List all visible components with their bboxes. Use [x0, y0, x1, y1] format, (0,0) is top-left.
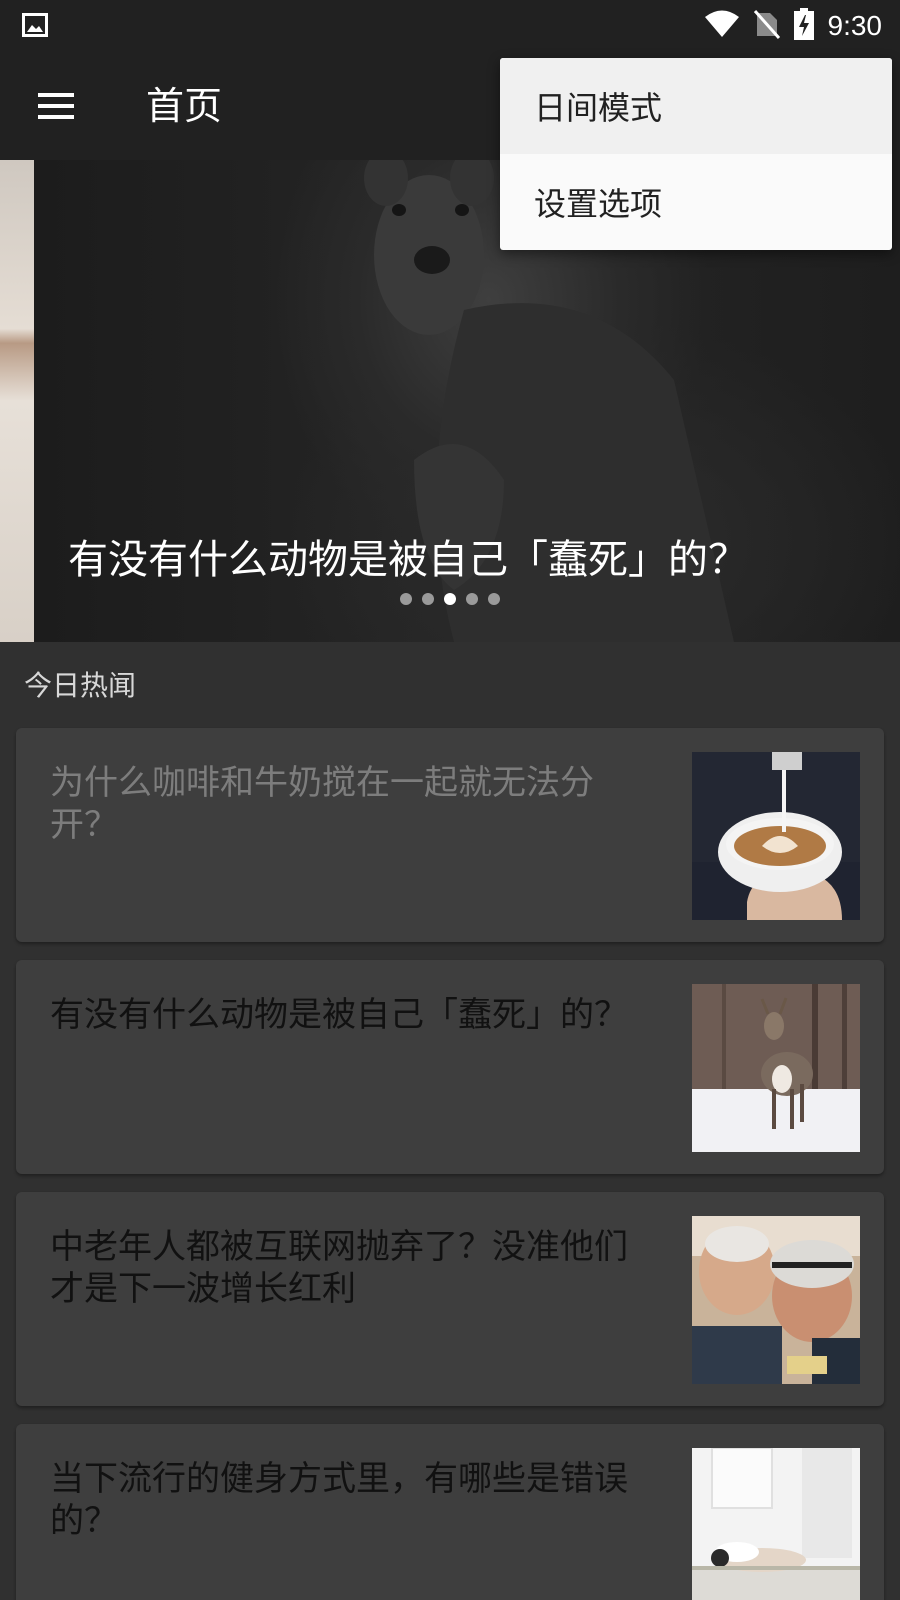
story-card[interactable]: 为什么咖啡和牛奶搅在一起就无法分开？ — [16, 728, 884, 942]
story-card[interactable]: 有没有什么动物是被自己「蠢死」的？ — [16, 960, 884, 1174]
page-dot — [488, 593, 500, 605]
latte-art-photo — [692, 752, 860, 920]
deer-in-snow-photo — [692, 984, 860, 1152]
elderly-couple-phone-photo — [692, 1216, 860, 1384]
page-title: 首页 — [146, 84, 223, 128]
story-title: 中老年人都被互联网抛弃了？没准他们才是下一波增长红利 — [50, 1227, 628, 1309]
story-title: 当下流行的健身方式里，有哪些是错误的？ — [50, 1459, 628, 1541]
page-dot — [400, 593, 412, 605]
no-sim-icon — [753, 9, 780, 43]
page-dot — [422, 593, 434, 605]
page-dot-active — [444, 593, 456, 605]
story-card[interactable]: 当下流行的健身方式里，有哪些是错误的？ — [16, 1424, 884, 1600]
status-bar: 9:30 — [0, 0, 900, 52]
banner-page-indicator — [400, 593, 500, 605]
page-dot — [466, 593, 478, 605]
battery-charging-icon — [793, 8, 814, 44]
wifi-icon — [704, 10, 740, 42]
status-time: 9:30 — [827, 10, 883, 41]
status-right-group: 9:30 — [704, 0, 883, 52]
banner-title[interactable]: 有没有什么动物是被自己「蠢死」的？ — [68, 532, 748, 588]
menu-item-settings[interactable]: 设置选项 — [500, 154, 892, 250]
yoga-pose-photo — [692, 1448, 860, 1600]
menu-item-day-mode[interactable]: 日间模式 — [500, 58, 892, 154]
screen: 9:30 首页 有没有什么动物是被自己「蠢死」的？ 今日热闻 为什么咖啡和牛奶搅… — [0, 0, 900, 1600]
story-title: 有没有什么动物是被自己「蠢死」的？ — [50, 995, 628, 1035]
section-header: 今日热闻 — [24, 669, 137, 702]
story-title: 为什么咖啡和牛奶搅在一起就无法分开？ — [50, 763, 594, 845]
previous-banner-slide[interactable] — [0, 160, 34, 642]
image-notification-icon — [22, 13, 48, 37]
story-card[interactable]: 中老年人都被互联网抛弃了？没准他们才是下一波增长红利 — [16, 1192, 884, 1406]
overflow-menu: 日间模式 设置选项 — [500, 58, 892, 250]
hamburger-menu-icon[interactable] — [28, 82, 84, 130]
